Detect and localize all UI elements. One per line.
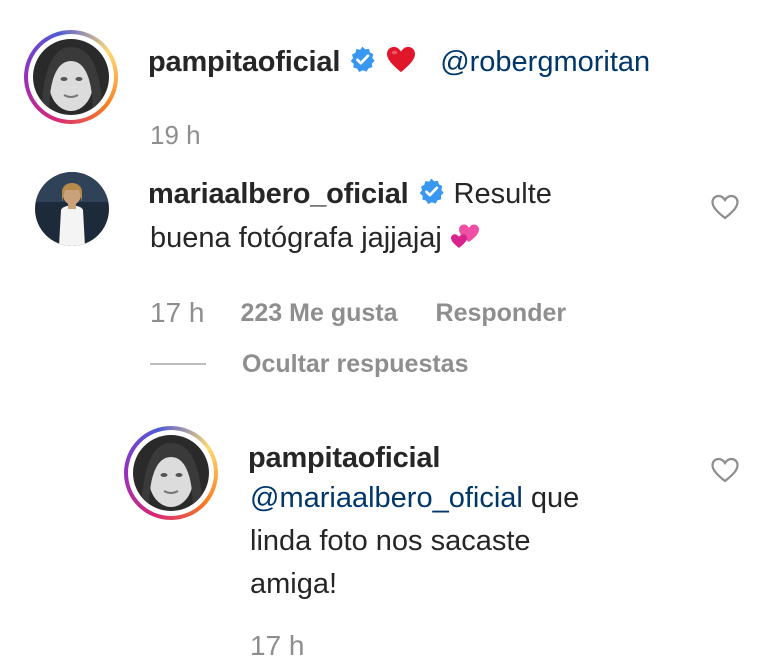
reply-button[interactable]: Responder bbox=[436, 299, 567, 328]
comment-username[interactable]: pampitaoficial bbox=[148, 46, 340, 79]
comment-text-line2: buena fotógrafa jajjajaj bbox=[150, 221, 442, 254]
reply-text-line2: linda foto nos sacaste bbox=[250, 525, 531, 557]
like-button[interactable] bbox=[710, 455, 740, 485]
two-hearts-emoji bbox=[450, 222, 480, 255]
heart-emoji bbox=[386, 46, 416, 79]
likes-count-button[interactable]: 223 Me gusta bbox=[241, 299, 398, 328]
comment-timestamp[interactable]: 17 h bbox=[150, 297, 205, 329]
avatar[interactable] bbox=[133, 435, 209, 511]
reply-text-line1: que bbox=[522, 482, 580, 514]
heart-outline-icon bbox=[711, 194, 739, 220]
mention-link[interactable]: @robergmoritan bbox=[440, 41, 650, 84]
reply-timestamp[interactable]: 17 h bbox=[250, 630, 305, 662]
heart-outline-icon bbox=[711, 457, 739, 483]
verified-badge-icon bbox=[349, 46, 376, 78]
avatar[interactable] bbox=[35, 172, 109, 246]
mention-link[interactable]: @mariaalbero_oficial bbox=[250, 482, 523, 514]
avatar[interactable] bbox=[33, 39, 109, 115]
comment-username[interactable]: mariaalbero_oficial bbox=[148, 178, 409, 211]
hide-replies-label: Ocultar respuestas bbox=[242, 349, 469, 378]
comment-text-line1: Resulte bbox=[453, 177, 552, 210]
verified-badge-icon bbox=[418, 178, 445, 210]
like-button[interactable] bbox=[710, 192, 740, 222]
reply-username[interactable]: pampitaoficial bbox=[248, 442, 440, 475]
comment-timestamp[interactable]: 19 h bbox=[150, 120, 201, 151]
replies-divider-line bbox=[150, 363, 206, 365]
reply-text-line3: amiga! bbox=[250, 568, 338, 600]
hide-replies-toggle[interactable]: Ocultar respuestas bbox=[150, 346, 469, 382]
